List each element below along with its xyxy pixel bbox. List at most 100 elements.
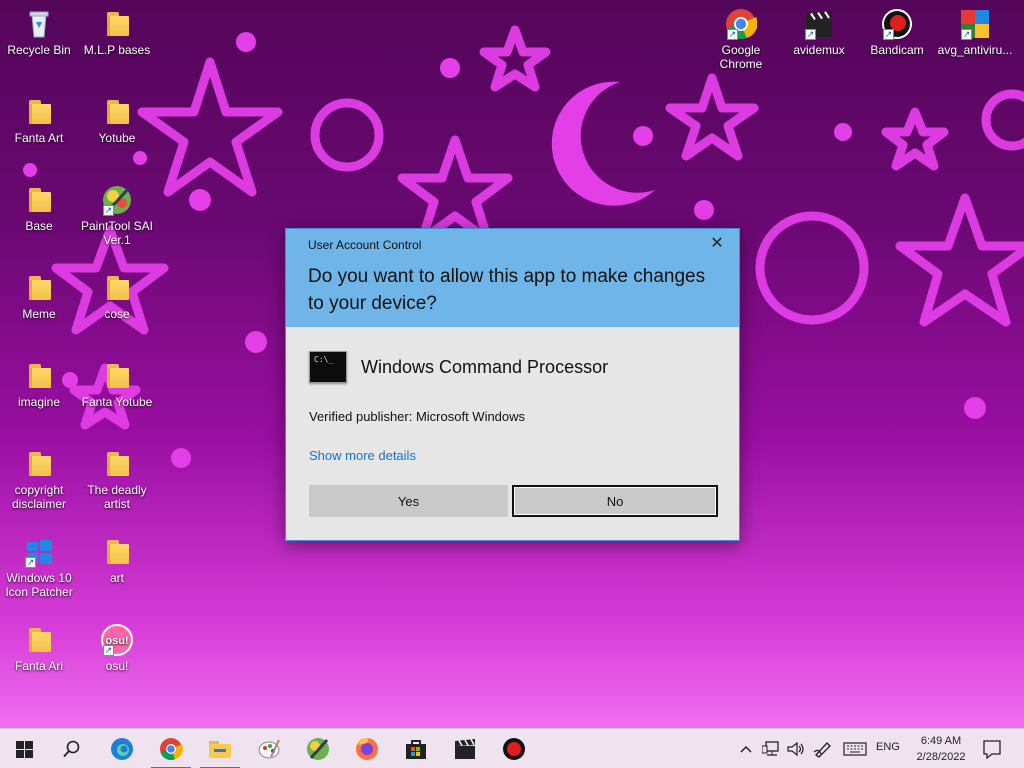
desktop-icon[interactable]: ↗ Google Chrome	[702, 8, 780, 71]
taskbar-file-explorer[interactable]	[196, 729, 244, 768]
desktop-icon[interactable]: ↗ avidemux	[780, 8, 858, 57]
shortcut-arrow-icon: ↗	[805, 29, 816, 40]
paint-icon	[258, 739, 280, 759]
show-more-details-link[interactable]: Show more details	[309, 448, 416, 463]
network-icon	[762, 741, 779, 756]
shortcut-arrow-icon: ↗	[103, 645, 114, 656]
shortcut-arrow-icon: ↗	[883, 29, 894, 40]
chrome-icon: ↗	[725, 8, 758, 40]
desktop-icon-label: Google Chrome	[719, 43, 763, 71]
taskbar-chrome[interactable]	[147, 729, 195, 768]
desktop-icon[interactable]: The deadly artist	[78, 448, 156, 511]
desktop-icon[interactable]: copyright disclaimer	[0, 448, 78, 511]
taskbar-edge[interactable]	[98, 729, 146, 768]
desktop-icon-label: PaintTool SAI Ver.1	[80, 219, 154, 247]
start-button[interactable]	[0, 729, 48, 768]
taskbar-avidemux[interactable]	[441, 729, 489, 768]
desktop-icon-label: Yotube	[98, 131, 136, 145]
desktop-icon[interactable]: Recycle Bin	[0, 8, 78, 57]
desktop-icon[interactable]: ↗ Bandicam	[858, 8, 936, 57]
taskbar-bandicam[interactable]	[490, 729, 538, 768]
desktop-icon[interactable]: M.L.P bases	[78, 8, 156, 57]
no-button[interactable]: No	[512, 485, 718, 517]
folder-icon	[23, 272, 55, 304]
desktop-icon-label: Windows 10 Icon Patcher	[5, 571, 73, 599]
wallpaper-planet	[310, 98, 384, 172]
taskbar-store[interactable]	[392, 729, 440, 768]
avg-antivirus-icon: ↗	[959, 8, 991, 40]
touch-keyboard-button[interactable]	[842, 739, 868, 759]
paintool-sai-icon: ↗	[101, 184, 133, 216]
avidemux-icon	[455, 739, 475, 759]
taskbar-paint[interactable]	[245, 729, 293, 768]
folder-icon	[23, 184, 55, 216]
desktop-icon-label: avidemux	[793, 43, 845, 57]
folder-icon	[101, 96, 133, 128]
taskbar-paintool-sai[interactable]	[294, 729, 342, 768]
desktop-icon[interactable]: ↗ Windows 10 Icon Patcher	[0, 536, 78, 599]
notification-icon	[983, 740, 1001, 760]
desktop-icon-label: The deadly artist	[87, 483, 147, 511]
chrome-icon	[160, 738, 183, 761]
yes-button[interactable]: Yes	[309, 485, 508, 517]
desktop: Recycle Bin M.L.P bases Fanta Art Yotube Bas…	[0, 0, 1024, 728]
file-explorer-icon	[209, 741, 231, 758]
desktop-icon[interactable]: art	[78, 536, 156, 585]
folder-icon	[23, 360, 55, 392]
bandicam-icon	[503, 738, 525, 760]
publisher-text: Verified publisher: Microsoft Windows	[309, 409, 526, 424]
search-icon	[63, 740, 80, 758]
wallpaper-planet	[981, 89, 1024, 151]
desktop-icon-label: osu!	[105, 659, 129, 673]
desktop-icon[interactable]: Fanta Ari	[0, 624, 78, 673]
volume-button[interactable]	[786, 739, 806, 759]
wallpaper-star	[881, 107, 949, 171]
desktop-icon-label: cose	[104, 307, 130, 321]
firefox-icon	[356, 737, 378, 760]
desktop-icon[interactable]: osu! ↗ osu!	[78, 624, 156, 673]
avidemux-icon: ↗	[803, 8, 835, 40]
folder-icon	[101, 448, 133, 480]
recycle-bin-icon	[23, 8, 55, 40]
osu-icon: osu! ↗	[101, 624, 133, 656]
desktop-icon[interactable]: ↗ avg_antiviru...	[936, 8, 1014, 57]
taskbar-firefox[interactable]	[343, 729, 391, 768]
search-button[interactable]	[48, 729, 96, 768]
input-language[interactable]: ENG	[876, 741, 900, 753]
close-button[interactable]: ✕	[709, 236, 725, 252]
desktop-icon-label: Meme	[22, 307, 56, 321]
wallpaper-star	[397, 135, 513, 245]
desktop-icon[interactable]: imagine	[0, 360, 78, 409]
paintool-sai-icon	[307, 738, 329, 760]
desktop-icon[interactable]: cose	[78, 272, 156, 321]
desktop-icon[interactable]: Fanta Art	[0, 96, 78, 145]
pen-icon	[813, 742, 831, 758]
desktop-icon-label: Fanta Yotube	[81, 395, 153, 409]
folder-icon	[23, 96, 55, 128]
show-hidden-icons-button[interactable]	[738, 739, 754, 759]
desktop-icon[interactable]: Base	[0, 184, 78, 233]
uac-question: Do you want to allow this app to make ch…	[308, 266, 706, 314]
wallpaper-star	[895, 193, 1024, 327]
network-button[interactable]	[761, 739, 781, 759]
desktop-icon[interactable]: Yotube	[78, 96, 156, 145]
shortcut-arrow-icon: ↗	[25, 557, 36, 568]
uac-title: User Account Control	[308, 238, 422, 252]
shortcut-arrow-icon: ↗	[103, 205, 114, 216]
desktop-icon[interactable]: Meme	[0, 272, 78, 321]
shortcut-arrow-icon: ↗	[727, 29, 738, 40]
folder-icon	[101, 272, 133, 304]
wallpaper-star	[479, 25, 551, 92]
pen-workspace-button[interactable]	[812, 739, 834, 759]
wallpaper-planet	[755, 211, 869, 325]
desktop-icon[interactable]: ↗ PaintTool SAI Ver.1	[78, 184, 156, 247]
desktop-icon-label: Fanta Ari	[14, 659, 64, 673]
desktop-icon[interactable]: Fanta Yotube	[78, 360, 156, 409]
clock[interactable]: 6:49 AM 2/28/2022	[910, 733, 972, 765]
desktop-icon-label: copyright disclaimer	[11, 483, 66, 511]
notification-center-button[interactable]	[978, 737, 1006, 761]
chevron-up-icon	[740, 745, 752, 753]
folder-icon	[101, 360, 133, 392]
command-prompt-icon: C:\_	[309, 351, 347, 383]
keyboard-icon	[843, 742, 867, 756]
